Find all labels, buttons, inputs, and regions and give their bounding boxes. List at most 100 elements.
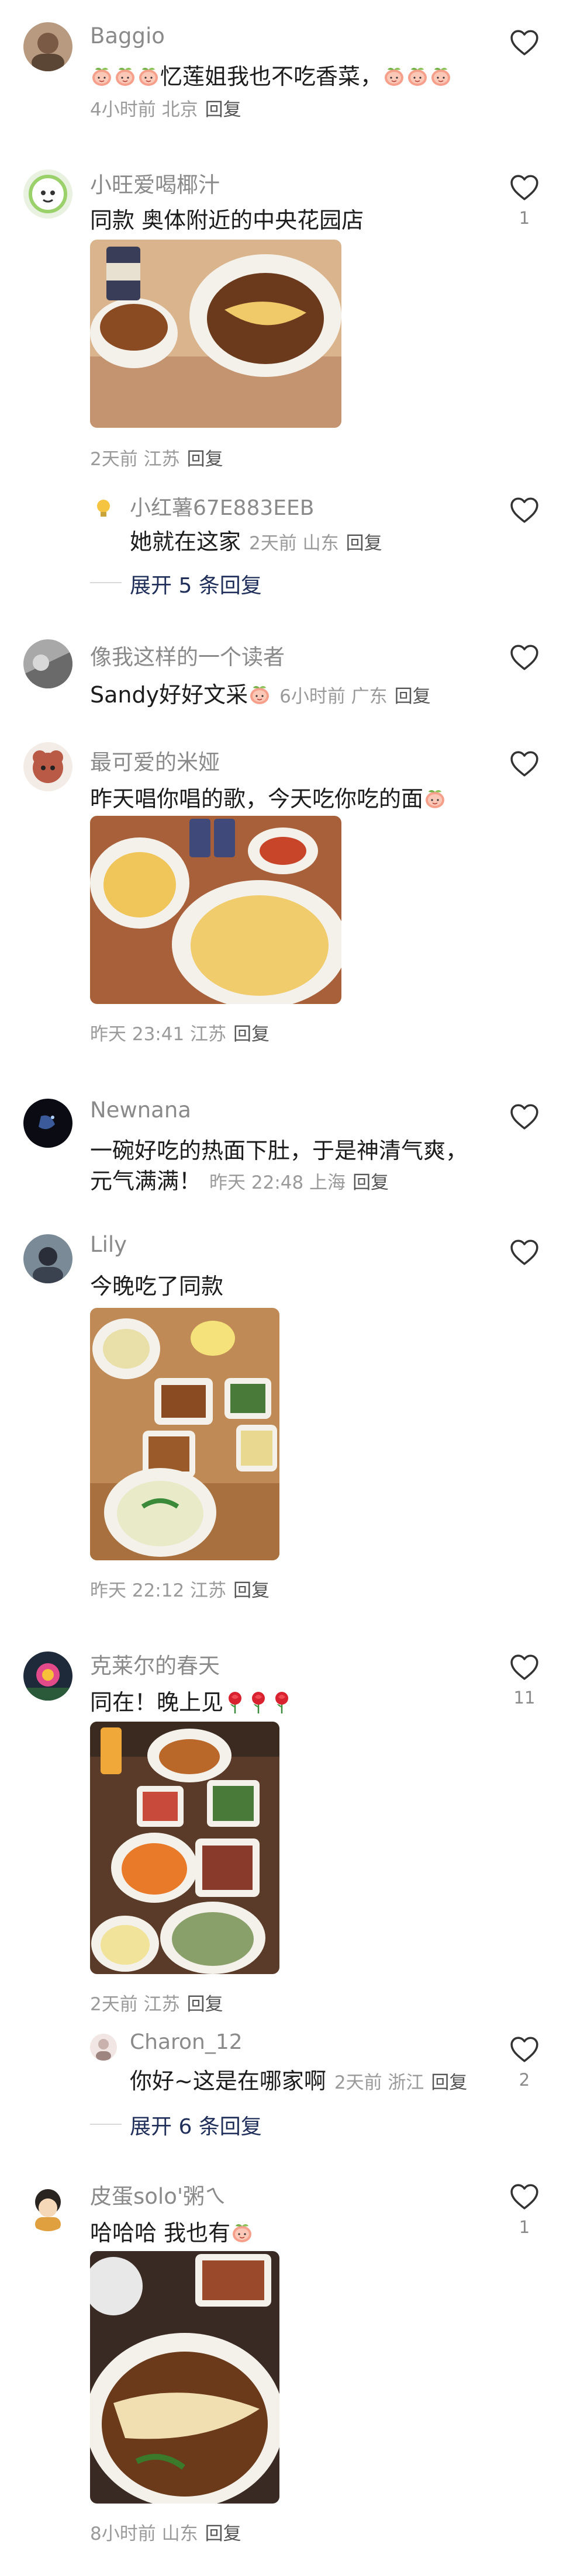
comment-text: 元气满满！ 昨天 22:48 上海 回复 bbox=[90, 1163, 389, 1195]
reply-button[interactable]: 回复 bbox=[233, 1024, 270, 1045]
comment-author[interactable]: 像我这样的一个读者 bbox=[90, 639, 285, 671]
peach-emoji-icon bbox=[137, 64, 160, 88]
peach-emoji-icon bbox=[382, 64, 406, 88]
like-heart-icon[interactable] bbox=[510, 750, 539, 777]
comment-author[interactable]: 克莱尔的春天 bbox=[90, 1648, 220, 1680]
expand-replies-button[interactable]: 展开 6 条回复 bbox=[130, 2110, 262, 2140]
comment-text-content: 同在！晚上见 bbox=[90, 1689, 224, 1715]
avatar[interactable] bbox=[23, 742, 72, 791]
reply-button[interactable]: 回复 bbox=[431, 2072, 467, 2093]
comment-text-content: 元气满满！ bbox=[90, 1168, 202, 1194]
like-count: 2 bbox=[519, 2070, 530, 2090]
avatar[interactable] bbox=[90, 2034, 117, 2061]
like-heart-icon[interactable] bbox=[510, 2036, 539, 2063]
comment-text: 忆莲姐我也不吃香菜， bbox=[90, 58, 452, 91]
comment-text-content: Sandy好好文采 bbox=[90, 682, 248, 708]
like-count: 1 bbox=[519, 208, 530, 228]
peach-emoji-icon bbox=[429, 64, 452, 88]
peach-emoji-icon bbox=[230, 2221, 254, 2244]
comment-meta: 昨天 22:12 江苏 回复 bbox=[90, 1576, 270, 1602]
peach-emoji-icon bbox=[248, 683, 271, 706]
avatar[interactable] bbox=[23, 639, 72, 688]
like-count: 11 bbox=[513, 1688, 536, 1708]
comment-time-location: 8小时前 山东 bbox=[90, 2523, 198, 2544]
comment-text-line: 一碗好吃的热面下肚，于是神清气爽， bbox=[90, 1138, 468, 1164]
reply-button[interactable]: 回复 bbox=[187, 449, 223, 470]
reply-button[interactable]: 回复 bbox=[205, 2523, 241, 2544]
like-heart-icon[interactable] bbox=[510, 1239, 539, 1266]
rose-emoji-icon bbox=[223, 1690, 247, 1713]
reply-button[interactable]: 回复 bbox=[205, 99, 241, 120]
avatar[interactable] bbox=[23, 1234, 72, 1283]
expand-replies-button[interactable]: 展开 5 条回复 bbox=[130, 569, 262, 599]
reply-time-location: 2天前 山东 bbox=[249, 533, 339, 554]
comment-text: 哈哈哈 我也有 bbox=[90, 2215, 254, 2247]
comment-text: 同在！晚上见 bbox=[90, 1684, 293, 1716]
reply-button[interactable]: 回复 bbox=[395, 686, 431, 707]
reply-text-content: 她就在这家 bbox=[130, 529, 241, 555]
reply-text-content: 你好~这是在哪家啊 bbox=[130, 2068, 326, 2094]
comment-time-location: 4小时前 北京 bbox=[90, 99, 198, 120]
reply-text: 你好~这是在哪家啊 2天前 浙江 回复 bbox=[130, 2063, 467, 2095]
rose-emoji-icon bbox=[247, 1690, 270, 1713]
comment-text: Sandy好好文采 6小时前 广东 回复 bbox=[90, 677, 431, 709]
like-heart-icon[interactable] bbox=[510, 1103, 539, 1130]
comment-author[interactable]: Lily bbox=[90, 1232, 127, 1257]
comment-author[interactable]: Newnana bbox=[90, 1097, 191, 1123]
comment-time-location: 昨天 22:12 江苏 bbox=[90, 1580, 227, 1601]
avatar[interactable] bbox=[90, 494, 117, 521]
comment-time-location: 2天前 江苏 bbox=[90, 1994, 180, 2015]
like-heart-icon[interactable] bbox=[510, 174, 539, 201]
like-count: 1 bbox=[519, 2217, 530, 2237]
like-heart-icon[interactable] bbox=[510, 497, 539, 524]
comment-text-content: 哈哈哈 我也有 bbox=[90, 2220, 231, 2246]
comment-text: 昨天唱你唱的歌，今天吃你吃的面 bbox=[90, 781, 447, 813]
avatar[interactable] bbox=[23, 2182, 72, 2231]
divider bbox=[90, 2124, 122, 2125]
comment-meta: 8小时前 山东 回复 bbox=[90, 2519, 241, 2545]
comment-text: 今晚吃了同款 bbox=[90, 1273, 224, 1299]
like-heart-icon[interactable] bbox=[510, 2183, 539, 2210]
reply-text: 她就在这家 2天前 山东 回复 bbox=[130, 524, 382, 556]
comment-author[interactable]: 小旺爱喝椰汁 bbox=[90, 167, 220, 199]
comment-text-content: 昨天唱你唱的歌，今天吃你吃的面 bbox=[90, 786, 424, 812]
avatar[interactable] bbox=[23, 22, 72, 71]
avatar[interactable] bbox=[23, 1651, 72, 1701]
comment-text: 同款 奥体附近的中央花园店 bbox=[90, 207, 364, 233]
like-heart-icon[interactable] bbox=[510, 29, 539, 56]
peach-emoji-icon bbox=[406, 64, 429, 88]
reply-time-location: 2天前 浙江 bbox=[334, 2072, 424, 2093]
reply-author[interactable]: Charon_12 bbox=[130, 2030, 243, 2054]
comment-author[interactable]: 最可爱的米娅 bbox=[90, 745, 220, 776]
divider bbox=[90, 582, 122, 583]
avatar[interactable] bbox=[23, 169, 72, 219]
like-heart-icon[interactable] bbox=[510, 644, 539, 671]
reply-button[interactable]: 回复 bbox=[353, 1172, 389, 1193]
reply-author[interactable]: 小红薯67E883EEB bbox=[130, 491, 314, 521]
comment-text-content: 忆莲姐我也不吃香菜， bbox=[160, 64, 383, 89]
comment-photo[interactable] bbox=[90, 1722, 279, 1974]
reply-button[interactable]: 回复 bbox=[187, 1994, 223, 2015]
reply-button[interactable]: 回复 bbox=[233, 1580, 270, 1601]
comment-author[interactable]: 皮蛋solo'粥ㄟ bbox=[90, 2179, 226, 2210]
comment-time-location: 6小时前 广东 bbox=[279, 686, 388, 707]
comment-meta: 4小时前 北京 回复 bbox=[90, 95, 241, 121]
comment-photo[interactable] bbox=[90, 816, 341, 1004]
comment-photo[interactable] bbox=[90, 2251, 279, 2504]
peach-emoji-icon bbox=[90, 64, 113, 88]
comment-meta: 昨天 23:41 江苏 回复 bbox=[90, 1019, 270, 1045]
comment-meta: 2天前 江苏 回复 bbox=[90, 444, 223, 470]
peach-emoji-icon bbox=[113, 64, 137, 88]
avatar[interactable] bbox=[23, 1099, 72, 1148]
comment-time-location: 2天前 江苏 bbox=[90, 449, 180, 470]
comment-time-location: 昨天 23:41 江苏 bbox=[90, 1024, 227, 1045]
peach-emoji-icon bbox=[423, 787, 447, 810]
comment-photo[interactable] bbox=[90, 240, 341, 428]
comment-author[interactable]: Baggio bbox=[90, 23, 165, 49]
like-heart-icon[interactable] bbox=[510, 1654, 539, 1681]
reply-button[interactable]: 回复 bbox=[346, 533, 382, 554]
comment-meta: 2天前 江苏 回复 bbox=[90, 1989, 223, 2016]
rose-emoji-icon bbox=[270, 1690, 293, 1713]
comment-photo[interactable] bbox=[90, 1308, 279, 1560]
comment-time-location: 昨天 22:48 上海 bbox=[209, 1172, 346, 1193]
